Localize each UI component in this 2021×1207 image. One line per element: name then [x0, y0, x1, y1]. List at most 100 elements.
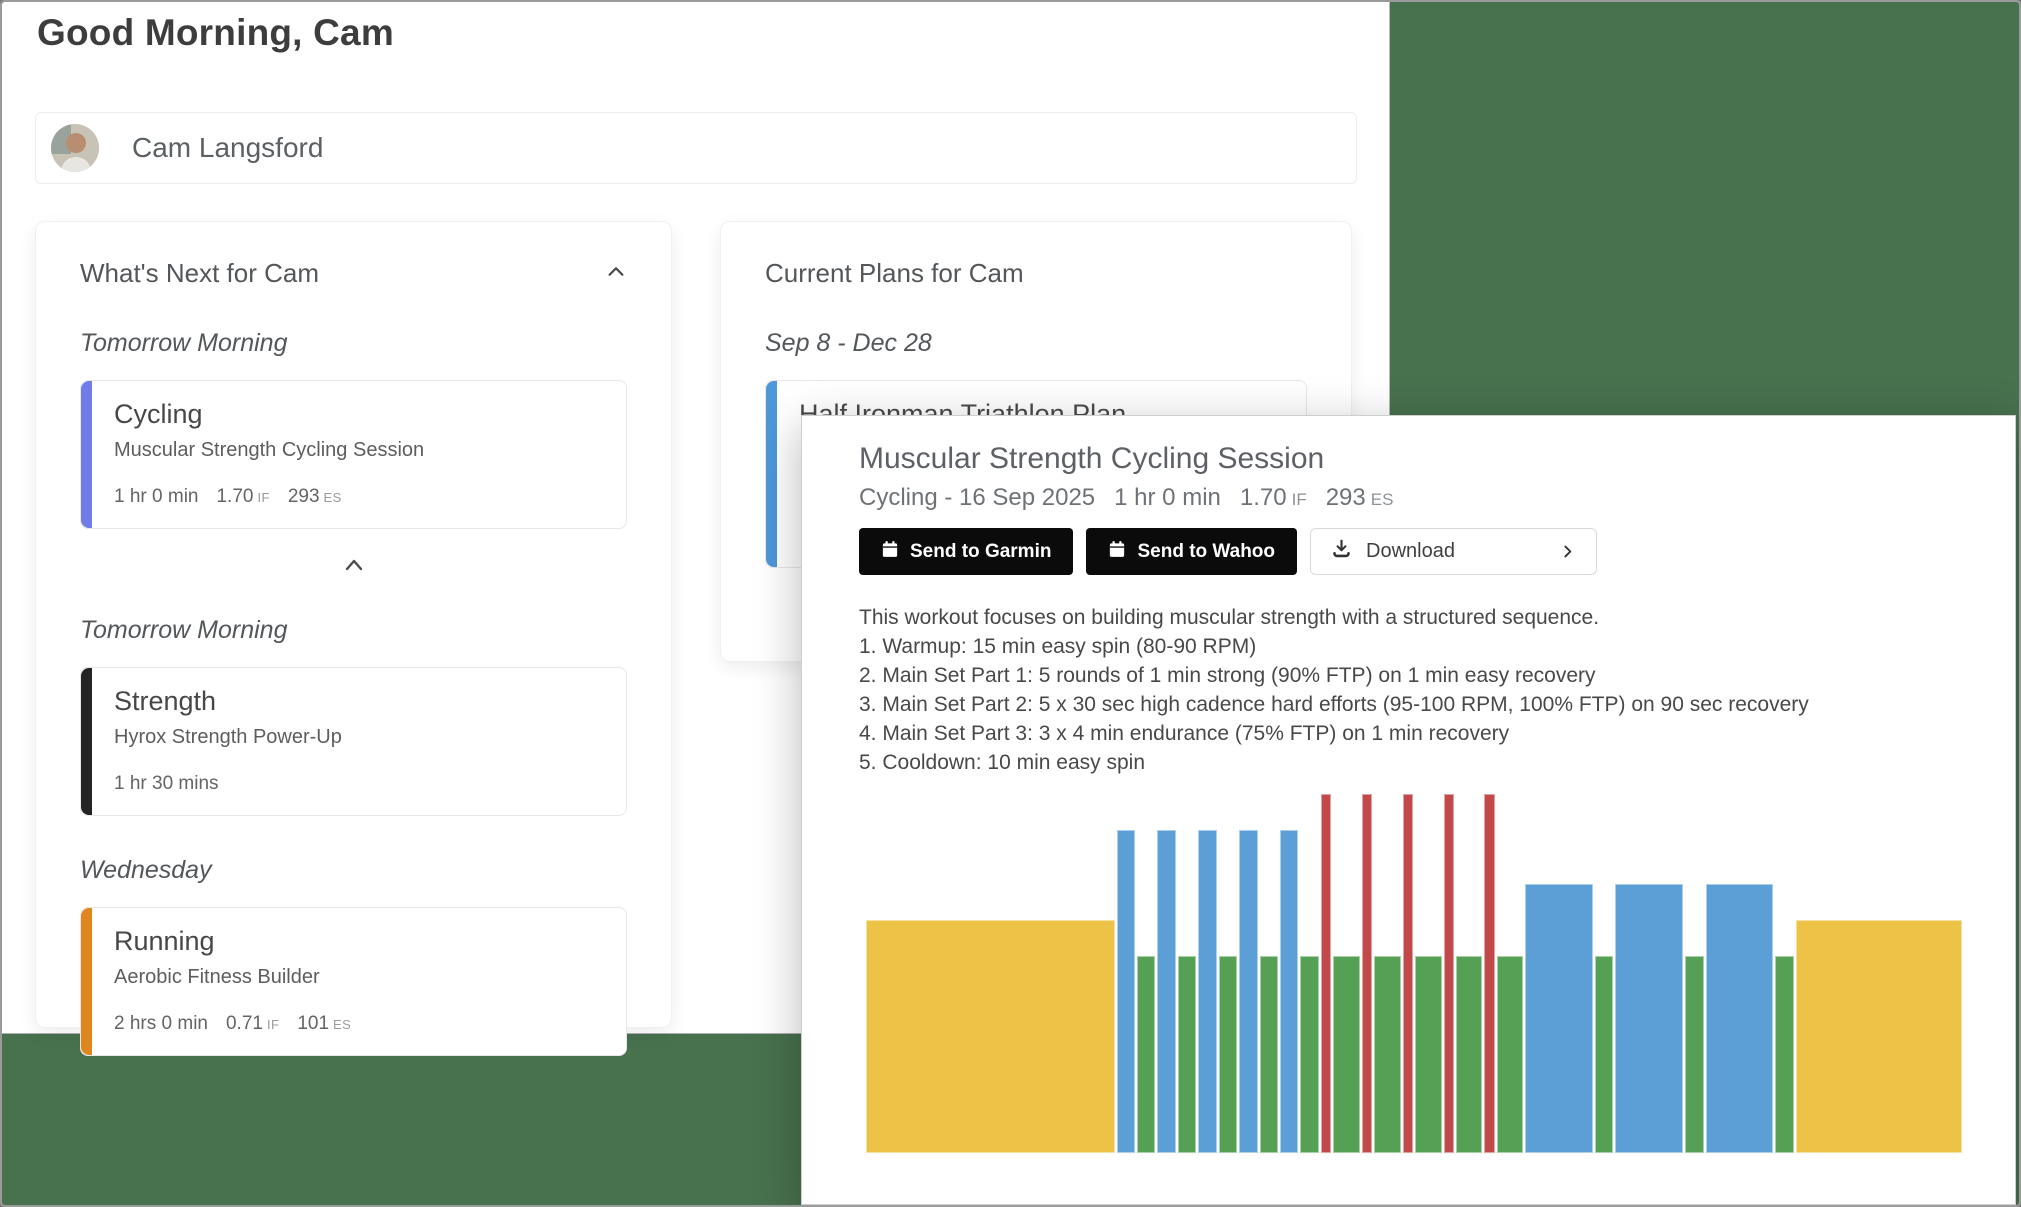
download-icon — [1331, 538, 1352, 565]
description-line: 1. Warmup: 15 min easy spin (80-90 RPM) — [859, 632, 1959, 661]
workout-sport: Running — [114, 926, 606, 957]
workout-meta: Cycling - 16 Sep 2025 1 hr 0 min 1.70IF … — [859, 484, 1959, 512]
whats-next-groups: Tomorrow Morning Cycling Muscular Streng… — [80, 329, 627, 1056]
stat-unit: ES — [324, 490, 342, 505]
chart-bar-recovery — [1415, 956, 1442, 1153]
chart-bar-recovery — [1137, 956, 1155, 1153]
stat-value: 0.71IF — [226, 1013, 279, 1035]
chart-bar-endurance — [1525, 884, 1593, 1153]
workout-if: 1.70IF — [1240, 484, 1307, 512]
chart-bar-hard — [1321, 794, 1331, 1153]
workout-sport: Cycling — [114, 399, 606, 430]
description-line: 3. Main Set Part 2: 5 x 30 sec high cade… — [859, 690, 1959, 719]
workout-description: This workout focuses on building muscula… — [859, 603, 1959, 777]
workout-name: Muscular Strength Cycling Session — [114, 439, 606, 462]
whats-next-card: What's Next for Cam Tomorrow Morning Cyc… — [35, 221, 672, 1028]
sport-color-bar — [81, 908, 92, 1055]
send-to-wahoo-button[interactable]: Send to Wahoo — [1086, 528, 1297, 575]
whats-next-title: What's Next for Cam — [80, 258, 319, 289]
description-line: 4. Main Set Part 3: 3 x 4 min endurance … — [859, 719, 1959, 748]
if-unit: IF — [1292, 490, 1307, 509]
chevron-up-icon — [342, 555, 366, 580]
workout-name: Hyrox Strength Power-Up — [114, 726, 606, 749]
calendar-icon — [881, 540, 899, 564]
download-button[interactable]: Download — [1310, 528, 1597, 575]
plan-color-bar — [766, 381, 777, 567]
stat-value: 101ES — [297, 1013, 351, 1035]
day-label: Wednesday — [80, 856, 627, 885]
chart-bar-recovery — [1300, 956, 1318, 1153]
chart-bar-strong — [1117, 830, 1135, 1153]
stat-unit: IF — [257, 490, 269, 505]
workout-es: 293ES — [1326, 484, 1394, 512]
chart-bar-recovery — [1333, 956, 1360, 1153]
avatar — [51, 124, 99, 172]
chart-bar-recovery — [1456, 956, 1483, 1153]
chart-bar-recovery — [1219, 956, 1237, 1153]
whats-next-group: Wednesday Running Aerobic Fitness Builde… — [80, 856, 627, 1056]
current-plans-title: Current Plans for Cam — [765, 258, 1024, 289]
plan-date-range: Sep 8 - Dec 28 — [765, 329, 1307, 358]
chart-bar-strong — [1157, 830, 1175, 1153]
day-label: Tomorrow Morning — [80, 329, 627, 358]
day-label: Tomorrow Morning — [80, 616, 627, 645]
workout-profile-chart — [866, 793, 1962, 1153]
athlete-card[interactable]: Cam Langsford — [35, 112, 1357, 184]
stat-unit: ES — [333, 1017, 351, 1032]
chevron-up-icon — [605, 261, 627, 286]
chart-bar-endurance — [1615, 884, 1683, 1153]
chart-bar-recovery — [1775, 956, 1793, 1153]
collapse-card-button[interactable] — [605, 261, 627, 286]
chart-bar-strong — [1239, 830, 1257, 1153]
calendar-icon — [1108, 540, 1126, 564]
chevron-right-icon — [1559, 543, 1576, 560]
chart-bar-recovery — [1178, 956, 1196, 1153]
workout-stats: 1 hr 30 mins — [114, 773, 606, 795]
chart-bar-cooldown — [1796, 920, 1962, 1153]
workout-sport: Strength — [114, 686, 606, 717]
description-line: This workout focuses on building muscula… — [859, 603, 1959, 632]
chart-bar-hard — [1484, 794, 1494, 1153]
chart-bar-hard — [1444, 794, 1454, 1153]
workout-detail-modal: Muscular Strength Cycling Session Cyclin… — [801, 415, 2016, 1205]
send-to-garmin-button[interactable]: Send to Garmin — [859, 528, 1073, 575]
chart-bar-endurance — [1706, 884, 1774, 1153]
stat-value: 1 hr 0 min — [114, 486, 198, 508]
sport-color-bar — [81, 668, 92, 815]
chart-bar-hard — [1362, 794, 1372, 1153]
stat-value: 1 hr 30 mins — [114, 773, 219, 795]
workout-card[interactable]: Running Aerobic Fitness Builder 2 hrs 0 … — [80, 907, 627, 1056]
workout-sport-date: Cycling - 16 Sep 2025 — [859, 484, 1095, 512]
workout-duration: 1 hr 0 min — [1114, 484, 1221, 512]
workout-title: Muscular Strength Cycling Session — [859, 442, 1959, 476]
chart-bar-recovery — [1685, 956, 1703, 1153]
workout-card[interactable]: Cycling Muscular Strength Cycling Sessio… — [80, 380, 627, 529]
chart-bar-recovery — [1374, 956, 1401, 1153]
chart-bar-warmup — [866, 920, 1115, 1153]
workout-card[interactable]: Strength Hyrox Strength Power-Up 1 hr 30… — [80, 667, 627, 816]
stat-value: 2 hrs 0 min — [114, 1013, 208, 1035]
stat-value: 293ES — [288, 486, 342, 508]
chart-bar-recovery — [1595, 956, 1613, 1153]
sport-color-bar — [81, 381, 92, 528]
page-title: Good Morning, Cam — [37, 12, 394, 54]
screen: Good Morning, Cam Cam Langsford What's N… — [0, 0, 2021, 1207]
chart-bar-recovery — [1497, 956, 1524, 1153]
chart-bar-hard — [1403, 794, 1413, 1153]
workout-stats: 2 hrs 0 min 0.71IF 101ES — [114, 1013, 606, 1035]
workout-name: Aerobic Fitness Builder — [114, 966, 606, 989]
whats-next-group: Tomorrow Morning Strength Hyrox Strength… — [80, 616, 627, 816]
collapse-group-button[interactable] — [80, 555, 627, 580]
chart-bar-recovery — [1260, 956, 1278, 1153]
chart-bar-strong — [1280, 830, 1298, 1153]
stat-unit: IF — [267, 1017, 279, 1032]
chart-bar-strong — [1198, 830, 1216, 1153]
es-unit: ES — [1371, 490, 1394, 509]
stat-value: 1.70IF — [216, 486, 269, 508]
athlete-name: Cam Langsford — [132, 132, 323, 164]
description-line: 5. Cooldown: 10 min easy spin — [859, 748, 1959, 777]
workout-stats: 1 hr 0 min 1.70IF 293ES — [114, 486, 606, 508]
description-line: 2. Main Set Part 1: 5 rounds of 1 min st… — [859, 661, 1959, 690]
whats-next-group: Tomorrow Morning Cycling Muscular Streng… — [80, 329, 627, 529]
action-buttons: Send to Garmin Send to Wahoo Download — [859, 528, 1959, 575]
